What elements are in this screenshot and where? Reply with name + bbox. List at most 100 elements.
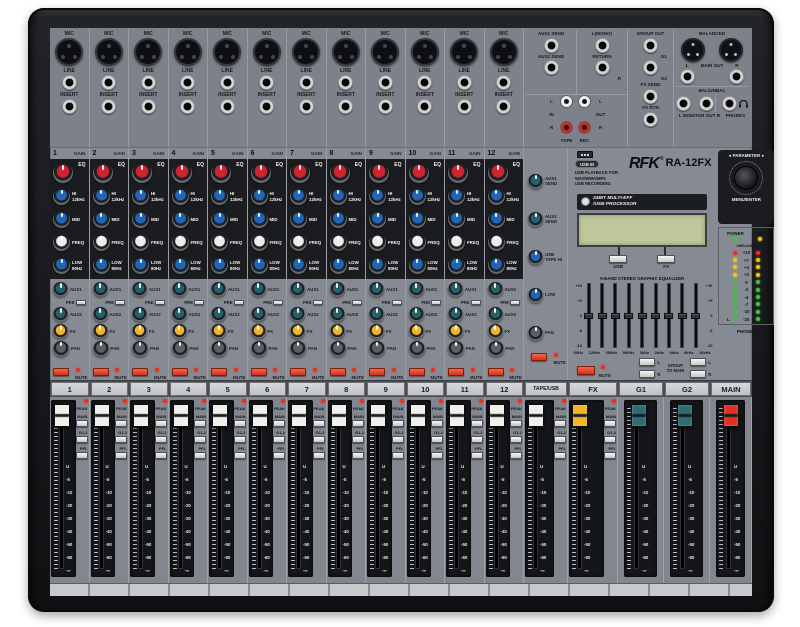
pfl-button[interactable]: [510, 452, 522, 459]
pre-button[interactable]: [115, 300, 125, 305]
eq-freq-knob[interactable]: [172, 234, 189, 251]
channel-7-mute-button[interactable]: [290, 368, 306, 376]
pre-button[interactable]: [273, 300, 283, 305]
pfl-button[interactable]: [76, 452, 88, 459]
pfl-button[interactable]: [352, 452, 364, 459]
main-assign-button[interactable]: [392, 420, 404, 427]
eq-hi-knob[interactable]: [409, 188, 426, 205]
eq-freq-knob[interactable]: [132, 234, 149, 251]
fader-cap[interactable]: [410, 404, 426, 427]
eq-low-knob[interactable]: [409, 257, 426, 274]
fader-cap[interactable]: [489, 404, 505, 427]
aux2-knob[interactable]: [488, 307, 503, 322]
main-assign-button[interactable]: [604, 420, 616, 427]
fx-knob[interactable]: [488, 324, 503, 339]
aux2-knob[interactable]: [93, 307, 108, 322]
gain-knob[interactable]: [251, 163, 271, 183]
fx-knob[interactable]: [53, 324, 68, 339]
fader-cap[interactable]: [173, 404, 189, 427]
eq-freq-knob[interactable]: [330, 234, 347, 251]
pre-button[interactable]: [510, 300, 520, 305]
channel-11-mute-button[interactable]: [448, 368, 464, 376]
g1-2-assign-button[interactable]: [604, 436, 616, 443]
geq-slider-cap[interactable]: [678, 313, 687, 319]
g2-to-main-l-button[interactable]: [690, 358, 706, 366]
channel-4-mute-button[interactable]: [172, 368, 188, 376]
fader-cap[interactable]: [252, 404, 268, 427]
geq-slider-cap[interactable]: [691, 313, 700, 319]
fader-cap[interactable]: [331, 404, 347, 427]
geq-slider-8khz[interactable]: [678, 283, 687, 348]
aux1-knob[interactable]: [369, 282, 384, 297]
pan-knob[interactable]: [290, 341, 306, 357]
tape-usb-aux1-send-knob[interactable]: [528, 174, 543, 189]
fader-cap[interactable]: [677, 404, 693, 427]
aux2-knob[interactable]: [172, 307, 187, 322]
pfl-button[interactable]: [471, 452, 483, 459]
eq-low-knob[interactable]: [93, 257, 110, 274]
main-assign-button[interactable]: [471, 420, 483, 427]
g1-2-assign-button[interactable]: [352, 436, 364, 443]
fader-cap[interactable]: [212, 404, 228, 427]
fader-cap[interactable]: [631, 404, 647, 427]
fader-cap[interactable]: [133, 404, 149, 427]
eq-hi-knob[interactable]: [369, 188, 386, 205]
g1-2-assign-button[interactable]: [234, 436, 246, 443]
gain-knob[interactable]: [330, 163, 350, 183]
channel-2-mute-button[interactable]: [93, 368, 109, 376]
geq-slider-cap[interactable]: [624, 313, 633, 319]
pan-knob[interactable]: [409, 341, 425, 357]
gain-knob[interactable]: [93, 163, 113, 183]
eq-mid-knob[interactable]: [448, 211, 465, 228]
channel-1-mute-button[interactable]: [53, 368, 69, 376]
g1-2-assign-button[interactable]: [431, 436, 443, 443]
geq-slider-16khz[interactable]: [691, 283, 700, 348]
main-assign-button[interactable]: [554, 420, 566, 427]
geq-slider-cap[interactable]: [638, 313, 647, 319]
aux1-knob[interactable]: [93, 282, 108, 297]
eq-mid-knob[interactable]: [290, 211, 307, 228]
channel-8-mute-button[interactable]: [330, 368, 346, 376]
geq-slider-cap[interactable]: [664, 313, 673, 319]
channel-10-mute-button[interactable]: [409, 368, 425, 376]
fx-mode-button[interactable]: [657, 255, 675, 263]
eq-hi-knob[interactable]: [132, 188, 149, 205]
geq-slider-60hz[interactable]: [584, 283, 593, 348]
pre-button[interactable]: [76, 300, 86, 305]
pan-knob[interactable]: [251, 341, 267, 357]
eq-freq-knob[interactable]: [290, 234, 307, 251]
pan-knob[interactable]: [330, 341, 346, 357]
geq-slider-2khz[interactable]: [651, 283, 660, 348]
fx-knob[interactable]: [211, 324, 226, 339]
eq-mid-knob[interactable]: [93, 211, 110, 228]
eq-mid-knob[interactable]: [132, 211, 149, 228]
usb-mode-button[interactable]: [609, 255, 627, 263]
fx-knob[interactable]: [172, 324, 187, 339]
pfl-button[interactable]: [431, 452, 443, 459]
aux1-knob[interactable]: [448, 282, 463, 297]
aux2-knob[interactable]: [132, 307, 147, 322]
fx-knob[interactable]: [448, 324, 463, 339]
tape-usb-mute-button[interactable]: [531, 353, 547, 361]
pfl-button[interactable]: [194, 452, 206, 459]
eq-freq-knob[interactable]: [448, 234, 465, 251]
fx-knob[interactable]: [251, 324, 266, 339]
fader-cap[interactable]: [528, 404, 544, 427]
eq-freq-knob[interactable]: [369, 234, 386, 251]
eq-low-knob[interactable]: [488, 257, 505, 274]
main-assign-button[interactable]: [194, 420, 206, 427]
main-assign-button[interactable]: [313, 420, 325, 427]
eq-mid-knob[interactable]: [488, 211, 505, 228]
fader-cap[interactable]: [449, 404, 465, 427]
g1-to-main-l-button[interactable]: [639, 358, 655, 366]
eq-low-knob[interactable]: [330, 257, 347, 274]
aux1-knob[interactable]: [330, 282, 345, 297]
pfl-button[interactable]: [273, 452, 285, 459]
fader-cap[interactable]: [723, 404, 739, 427]
eq-mid-knob[interactable]: [53, 211, 70, 228]
geq-slider-1khz[interactable]: [638, 283, 647, 348]
g1-2-assign-button[interactable]: [313, 436, 325, 443]
pan-knob[interactable]: [369, 341, 385, 357]
g1-2-assign-button[interactable]: [155, 436, 167, 443]
aux1-knob[interactable]: [251, 282, 266, 297]
